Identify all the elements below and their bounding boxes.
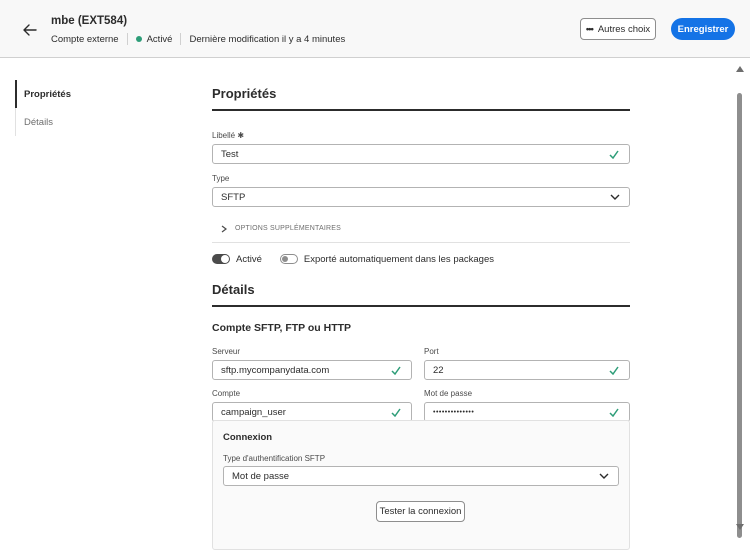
port-field-label: Port (424, 347, 439, 356)
account-input-value: campaign_user (221, 406, 286, 418)
auth-type-select[interactable]: Mot de passe (223, 466, 619, 486)
checkmark-icon (391, 408, 401, 417)
details-section-title: Détails (212, 282, 630, 307)
header-subline: Compte externe Activé Dernière modificat… (51, 33, 345, 45)
chevron-down-icon (610, 194, 620, 200)
additional-options-label: OPTIONS SUPPLÉMENTAIRES (235, 225, 341, 232)
more-options-button[interactable]: ••• Autres choix (580, 18, 656, 40)
details-subtitle: Compte SFTP, FTP ou HTTP (212, 322, 352, 334)
sidebar-item-properties[interactable]: Propriétés (15, 80, 135, 108)
scrollbar[interactable] (732, 58, 750, 550)
checkmark-icon (391, 366, 401, 375)
port-input-value: 22 (433, 364, 444, 376)
save-button[interactable]: Enregistrer (671, 18, 735, 40)
label-input-value: Test (221, 148, 239, 160)
type-select[interactable]: SFTP (212, 187, 630, 207)
auth-type-label: Type d'authentification SFTP (223, 454, 326, 463)
scroll-up-icon[interactable] (736, 66, 744, 72)
account-type: Compte externe (51, 33, 119, 45)
server-input[interactable]: sftp.mycompanydata.com (212, 360, 412, 380)
checkmark-icon (609, 408, 619, 417)
label-field-group: Libellé ✱ Test (212, 131, 630, 164)
scroll-thumb[interactable] (737, 93, 742, 538)
server-port-row: Serveur sftp.mycompanydata.com Port 22 (212, 347, 630, 380)
port-input[interactable]: 22 (424, 360, 630, 380)
status-dot (135, 36, 142, 42)
account-input[interactable]: campaign_user (212, 402, 412, 422)
properties-section-title: Propriétés (212, 86, 630, 111)
server-field-group: Serveur sftp.mycompanydata.com (212, 347, 412, 380)
type-field-group: Type SFTP (212, 174, 630, 207)
divider (180, 33, 182, 45)
password-field-label: Mot de passe (424, 389, 473, 398)
active-toggle[interactable] (212, 254, 230, 264)
checkmark-icon (609, 366, 619, 375)
sidebar-nav: Propriétés Détails (15, 80, 135, 136)
arrow-left-icon (23, 24, 37, 36)
checkmark-icon (609, 150, 619, 159)
account-password-row: Compte campaign_user Mot de passe ••••••… (212, 389, 630, 422)
export-toggle[interactable] (279, 254, 298, 264)
password-input-value: •••••••••••••• (433, 408, 475, 416)
connection-card: Connexion Type d'authentification SFTP M… (212, 420, 630, 550)
page-title: mbe (EXT584) (51, 15, 128, 27)
port-field-group: Port 22 (424, 347, 630, 380)
password-field-group: Mot de passe •••••••••••••• (424, 389, 630, 422)
test-connection-button[interactable]: Tester la connexion (376, 501, 465, 522)
label-field-label: Libellé ✱ (212, 131, 630, 140)
connection-title: Connexion (223, 432, 273, 443)
more-options-label: Autres choix (597, 23, 651, 35)
sidebar-item-label: Détails (24, 116, 54, 128)
type-field-label: Type (212, 174, 230, 183)
sidebar-item-label: Propriétés (24, 88, 71, 100)
more-icon: ••• (585, 23, 594, 35)
type-select-value: SFTP (221, 191, 246, 203)
server-input-value: sftp.mycompanydata.com (221, 364, 330, 376)
back-button[interactable] (20, 20, 40, 40)
chevron-down-icon (599, 473, 609, 479)
active-toggle-label: Activé (236, 253, 262, 265)
chevron-right-icon (221, 225, 227, 232)
additional-options-toggle[interactable]: OPTIONS SUPPLÉMENTAIRES (212, 215, 630, 243)
main-content: Propriétés Libellé ✱ Test Type SFTP OPTI… (212, 78, 630, 422)
label-input[interactable]: Test (212, 144, 630, 164)
toggles-row: Activé Exporté automatiquement dans les … (212, 251, 630, 267)
account-field-group: Compte campaign_user (212, 389, 412, 422)
label-field-label-text: Libellé (212, 131, 236, 140)
page-header: mbe (EXT584) Compte externe Activé Derni… (0, 0, 750, 58)
account-field-label: Compte (212, 389, 241, 398)
scroll-down-icon[interactable] (736, 524, 744, 530)
password-input[interactable]: •••••••••••••• (424, 402, 630, 422)
required-asterisk-icon: ✱ (237, 131, 245, 140)
server-field-label: Serveur (212, 347, 241, 356)
sidebar-item-details[interactable]: Détails (15, 108, 135, 136)
export-toggle-label: Exporté automatiquement dans les package… (303, 253, 494, 265)
divider (126, 33, 128, 45)
status-label: Activé (146, 33, 173, 45)
last-modified: Dernière modification il y a 4 minutes (189, 33, 346, 45)
auth-type-value: Mot de passe (232, 470, 290, 482)
